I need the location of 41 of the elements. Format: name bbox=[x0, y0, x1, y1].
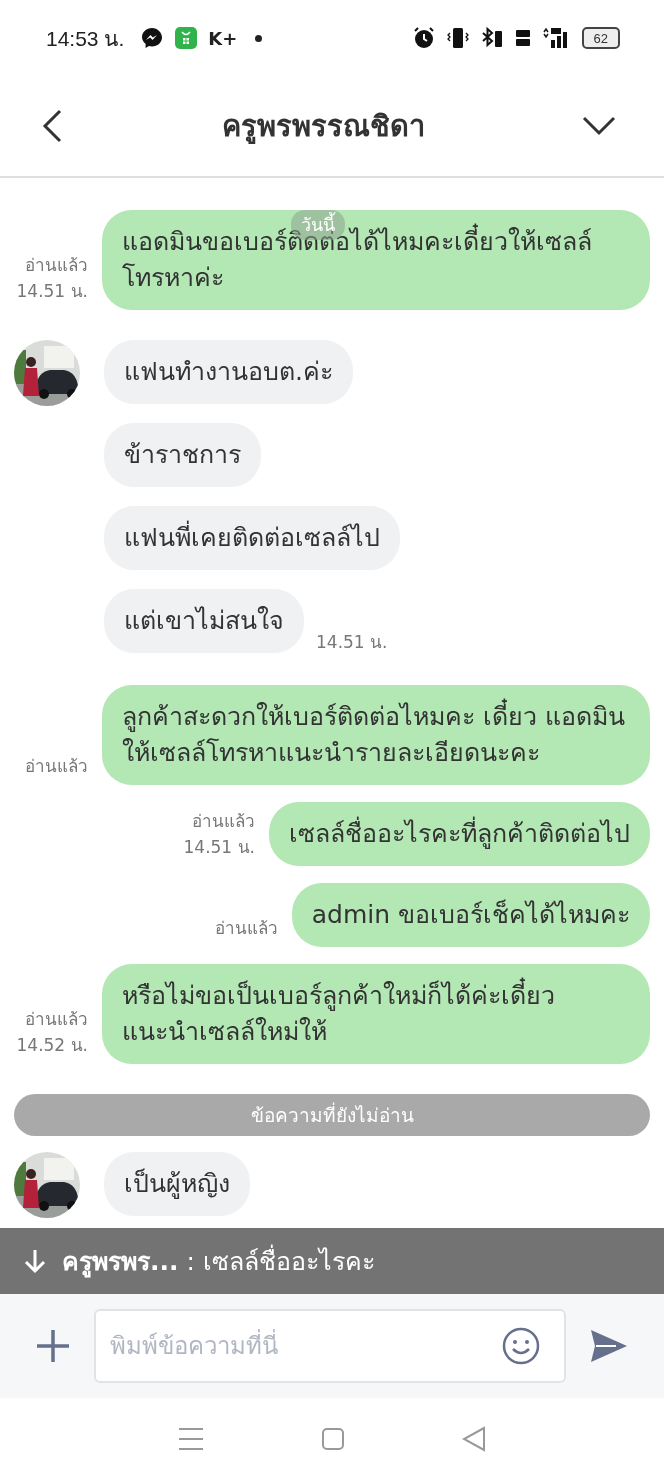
home-icon[interactable] bbox=[321, 1427, 345, 1451]
read-receipt: อ่านแล้ว bbox=[214, 917, 278, 940]
battery-level: 62 bbox=[593, 30, 608, 46]
emoji-icon[interactable] bbox=[502, 1327, 540, 1365]
read-receipt: อ่านแล้ว bbox=[25, 1008, 88, 1031]
read-receipt: อ่านแล้ว bbox=[192, 810, 255, 833]
status-time: 14:53 น. bbox=[46, 25, 125, 52]
message-bubble: แฟนพี่เคยติดต่อเซลล์ไป bbox=[104, 506, 400, 570]
banner-separator: : bbox=[186, 1246, 195, 1276]
banner-sender: ครูพรพร... bbox=[62, 1246, 179, 1280]
vibrate-icon bbox=[445, 26, 470, 50]
read-receipt: อ่านแล้ว bbox=[25, 755, 88, 778]
message-bubble: เซลล์ชื่ออะไรคะที่ลูกค้าติดต่อไป bbox=[269, 802, 650, 866]
message-input-field[interactable]: พิมพ์ข้อความที่นี่ bbox=[94, 1309, 566, 1383]
back-nav-icon[interactable] bbox=[461, 1426, 486, 1452]
message-bubble: แต่เขาไม่สนใจ bbox=[104, 589, 304, 653]
arrow-down-icon bbox=[24, 1248, 46, 1274]
menu-icon[interactable] bbox=[178, 1427, 205, 1451]
message-time: 14.52 น. bbox=[16, 1034, 88, 1057]
message-bubble: หรือไม่ขอเป็นเบอร์ลูกค้าใหม่ก็ได้ค่ะเดี๋ยวแนะนำเซลล์ใหม่ให้ bbox=[102, 964, 650, 1064]
message-bubble: ลูกค้าสะดวกให้เบอร์ติดต่อไหมคะ เดี๋ยว แอดมิน ให้เซลล์โทรหาแนะนำรายละเอียดนะคะ bbox=[102, 685, 650, 785]
message-bubble: แฟนทำงานอบต.ค่ะ bbox=[104, 340, 353, 404]
notification-dot-icon bbox=[255, 34, 263, 42]
shopping-bag-icon bbox=[174, 26, 199, 50]
back-icon[interactable] bbox=[40, 108, 64, 144]
chat-title: ครูพรพรรณชิดา bbox=[220, 108, 426, 146]
message-bubble: ข้าราชการ bbox=[104, 423, 261, 487]
unread-divider: ข้อความที่ยังไม่อ่าน bbox=[14, 1094, 650, 1136]
message-bubble: admin ขอเบอร์เช็คได้ไหมคะ bbox=[291, 883, 650, 947]
banner-message: เซลล์ชื่ออะไรคะ bbox=[202, 1241, 375, 1281]
message-bubble: เป็นผู้หญิง bbox=[104, 1152, 250, 1216]
message-time: 14.51 น. bbox=[316, 631, 388, 654]
app-notification-text: K+ bbox=[208, 27, 238, 49]
messenger-icon bbox=[140, 26, 165, 50]
message-time: 14.51 น. bbox=[183, 836, 255, 859]
read-receipt: อ่านแล้ว bbox=[25, 254, 88, 277]
send-icon[interactable] bbox=[590, 1329, 628, 1363]
plus-icon[interactable] bbox=[36, 1329, 70, 1363]
new-message-banner[interactable]: ครูพรพร... : เซลล์ชื่ออะไรคะ bbox=[0, 1228, 664, 1294]
chevron-down-icon[interactable] bbox=[582, 115, 616, 137]
message-time: 14.51 น. bbox=[16, 280, 88, 303]
